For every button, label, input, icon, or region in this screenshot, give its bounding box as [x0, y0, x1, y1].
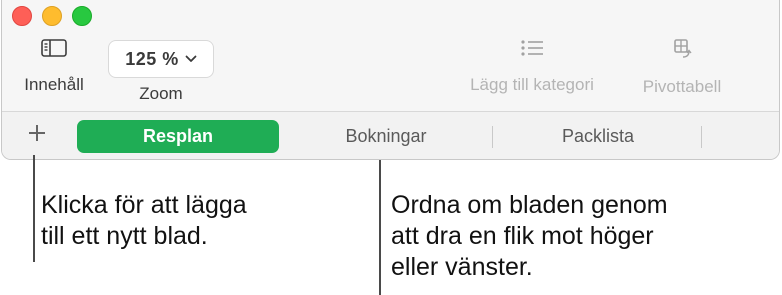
plus-icon — [29, 125, 45, 141]
zoom-control[interactable]: 125 % — [108, 40, 214, 78]
add-category-button[interactable]: Lägg till kategori — [454, 38, 610, 95]
tab-separator — [701, 126, 702, 148]
pivot-table-label: Pivottabell — [642, 77, 722, 96]
app-window: Innehåll 125 % Zoom Lägg till kategori P… — [1, 0, 780, 160]
tab-separator — [492, 126, 493, 148]
sheet-tab-bar: Resplan Bokningar Packlista — [2, 112, 779, 159]
callout-add-sheet-line-2: till ett nytt blad. — [41, 222, 208, 250]
pivot-table-icon — [674, 39, 692, 58]
tab-resplan[interactable]: Resplan — [77, 120, 279, 153]
pivot-table-button[interactable]: Pivottabell — [632, 38, 732, 97]
window-controls — [12, 6, 92, 26]
callout-add-sheet: Klicka för att lägga till ett nytt blad. — [41, 190, 247, 252]
add-sheet-button[interactable] — [22, 118, 52, 148]
callout-reorder-line-2: att dra en flik mot höger — [391, 222, 654, 250]
callout-reorder-line-3: eller vänster. — [391, 253, 533, 281]
list-icon — [521, 40, 543, 56]
zoom-label: Zoom — [139, 84, 183, 103]
callout-add-sheet-line-1: Klicka för att lägga — [41, 191, 247, 219]
callout-line-add-sheet — [33, 155, 35, 262]
callout-reorder-line-1: Ordna om bladen genom — [391, 191, 668, 219]
sidebar-icon — [41, 39, 67, 57]
contents-button[interactable]: Innehåll — [14, 38, 94, 95]
tab-bokningar[interactable]: Bokningar — [284, 120, 488, 153]
callout-reorder: Ordna om bladen genom att dra en flik mo… — [391, 190, 668, 283]
callout-line-reorder — [379, 160, 381, 295]
close-window-button[interactable] — [12, 6, 32, 26]
zoom-select[interactable]: 125 % — [108, 40, 214, 78]
zoom-value: 125 % — [125, 48, 179, 69]
chevron-down-icon — [185, 55, 197, 62]
tab-packlista[interactable]: Packlista — [496, 120, 700, 153]
contents-label: Innehåll — [24, 75, 84, 94]
fullscreen-window-button[interactable] — [72, 6, 92, 26]
add-category-label: Lägg till kategori — [470, 75, 594, 94]
minimize-window-button[interactable] — [42, 6, 62, 26]
